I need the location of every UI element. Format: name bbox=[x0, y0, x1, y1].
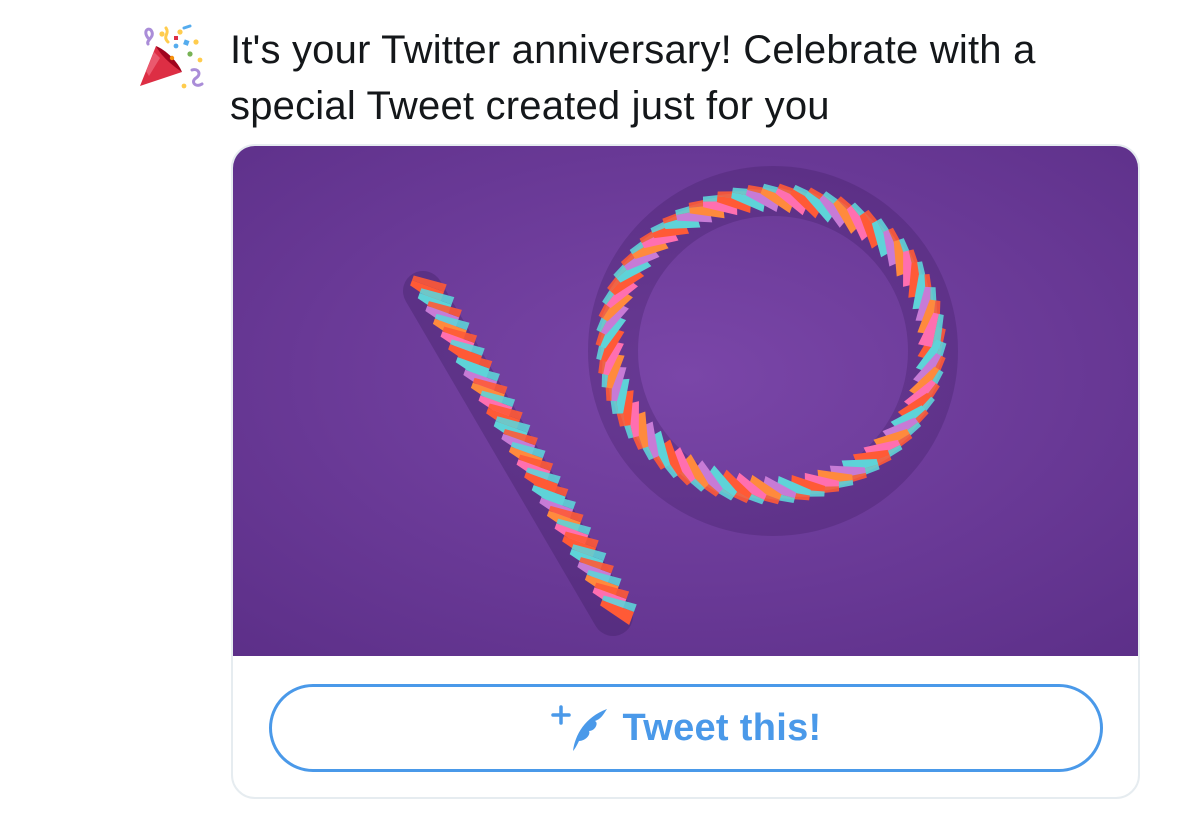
compose-quill-icon bbox=[550, 705, 607, 751]
tweet-this-button[interactable]: Tweet this! bbox=[269, 684, 1103, 772]
tweet-this-label: Tweet this! bbox=[622, 706, 822, 749]
prompt-header: It's your Twitter anniversary! Celebrate… bbox=[136, 22, 1186, 134]
party-popper-icon bbox=[140, 24, 204, 89]
anniversary-prompt: It's your Twitter anniversary! Celebrate… bbox=[0, 0, 1200, 814]
anniversary-message: It's your Twitter anniversary! Celebrate… bbox=[230, 28, 1036, 128]
anniversary-image bbox=[233, 146, 1138, 656]
anniversary-card: Tweet this! bbox=[231, 144, 1140, 799]
